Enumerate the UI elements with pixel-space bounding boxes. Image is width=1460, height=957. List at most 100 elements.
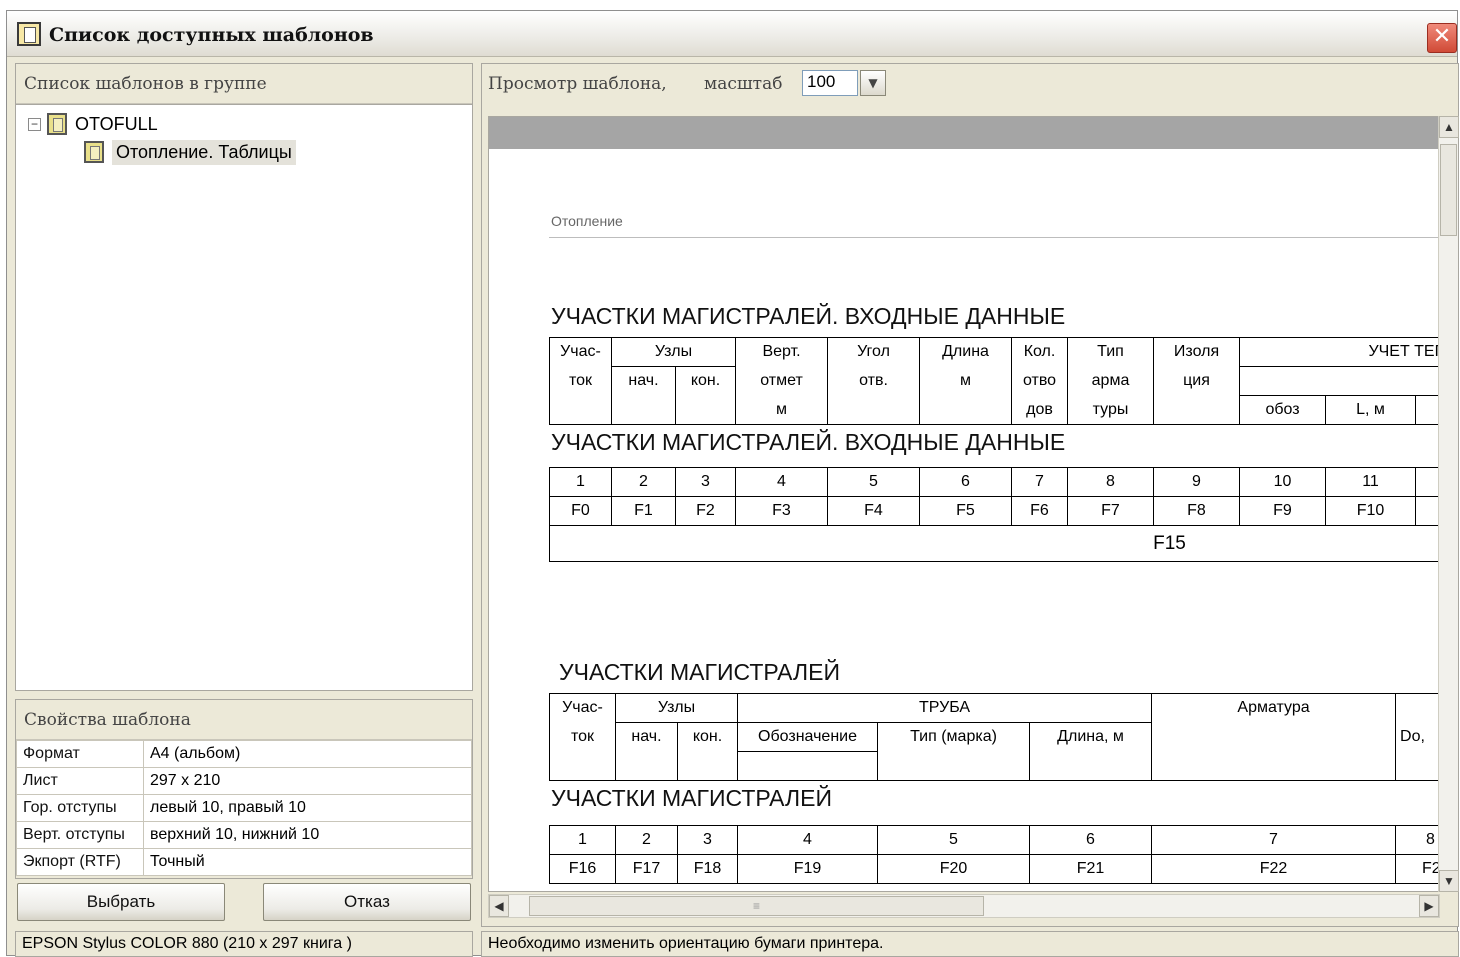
cell: 2 <box>615 825 678 855</box>
col-header: l <box>1395 693 1439 723</box>
section1-header-table: Учас- Узлы Верт. Угол Длина Кол. Тип Изо… <box>549 337 1439 425</box>
col-header: Тип (марка) <box>877 722 1031 752</box>
col-header: Длина <box>919 337 1013 367</box>
col-header-empty <box>827 395 921 425</box>
cancel-button[interactable]: Отказ <box>263 883 471 921</box>
templates-window: Список доступных шаблонов ✕ Список шабло… <box>6 10 1459 957</box>
header-row: Учас- Узлы ТРУБА Арматура l <box>549 693 1439 723</box>
cell: 5 <box>827 467 920 497</box>
cell: 3 <box>675 467 736 497</box>
horizontal-scroll-thumb[interactable]: ≡ <box>529 896 984 916</box>
header-row: ток нач. кон. Обозначение Тип (марка) Дл… <box>549 722 1439 752</box>
collapse-icon[interactable]: − <box>28 117 41 131</box>
col-header: кон. <box>674 366 737 396</box>
col-header: кон. <box>676 722 739 752</box>
cell: F8 <box>1153 496 1240 526</box>
zoom-input[interactable]: 100 <box>802 70 858 96</box>
header-row <box>549 751 1439 781</box>
property-key: Экпорт (RTF) <box>16 848 144 876</box>
cell: F3 <box>735 496 828 526</box>
col-header: L, м <box>1325 395 1417 425</box>
tree-node-root-label: OTOFULL <box>75 113 158 134</box>
properties-table: Формат A4 (альбом) Лист 297 x 210 Гор. о… <box>16 740 472 876</box>
col-header-empty <box>737 751 879 781</box>
scroll-left-icon[interactable]: ◀ <box>489 895 509 917</box>
col-header: УЧЕТ ТЕПЛО <box>1239 337 1439 367</box>
scroll-right-icon[interactable]: ▶ <box>1419 895 1439 917</box>
section2-field-table: 1 2 3 4 5 6 7 8 F16 F17 F18 F19 F20 F21 … <box>549 825 1439 884</box>
property-key: Гор. отступы <box>16 794 144 822</box>
cell: F0 <box>549 496 612 526</box>
property-row: Лист 297 x 210 <box>16 767 472 795</box>
footer-cell: F15 <box>549 525 1439 562</box>
tree-node-template-label: Отопление. Таблицы <box>112 139 296 165</box>
cell <box>1415 496 1439 526</box>
folder-book-icon <box>47 113 67 135</box>
cell: F10 <box>1325 496 1416 526</box>
col-header: Do, <box>1395 722 1439 752</box>
col-header-empty <box>877 751 1031 781</box>
cell: 4 <box>735 467 828 497</box>
template-tree: − OTOFULL Отопление. Таблицы <box>16 104 472 690</box>
document-preview: Отопление УЧАСТКИ МАГИСТРАЛЕЙ. ВХОДНЫЕ Д… <box>488 116 1440 892</box>
cell: F6 <box>1011 496 1068 526</box>
cell: F21 <box>1029 854 1152 884</box>
tree-panel-header: Список шаблонов в группе <box>16 64 472 104</box>
doc-caption: Отопление <box>551 213 623 229</box>
cell: 6 <box>919 467 1012 497</box>
cell: F7 <box>1067 496 1154 526</box>
property-key: Верт. отступы <box>16 821 144 849</box>
col-header: арма <box>1067 366 1155 396</box>
tree-node-template[interactable]: Отопление. Таблицы <box>84 139 296 165</box>
cell: F2 <box>1395 854 1439 884</box>
printer-status: EPSON Stylus COLOR 880 (210 x 297 книга … <box>15 931 473 957</box>
select-button[interactable]: Выбрать <box>17 883 225 921</box>
number-row: 1 2 3 4 5 6 7 8 9 10 11 <box>549 467 1439 497</box>
col-header: Тип <box>1067 337 1155 367</box>
field-row: F16 F17 F18 F19 F20 F21 F22 F2 <box>549 854 1439 884</box>
preview-label: Просмотр шаблона, <box>488 74 667 94</box>
number-row: 1 2 3 4 5 6 7 8 <box>549 825 1439 855</box>
cell: 10 <box>1239 467 1326 497</box>
col-header-empty <box>1151 722 1397 752</box>
cell: 7 <box>1011 467 1068 497</box>
vertical-scroll-thumb[interactable] <box>1440 144 1457 236</box>
grip-icon: ≡ <box>752 899 760 913</box>
col-header-empty <box>674 395 737 425</box>
cell: 9 <box>1153 467 1240 497</box>
col-header: нач. <box>615 722 678 752</box>
col-header-empty <box>1029 751 1153 781</box>
cell: 8 <box>1395 825 1439 855</box>
horizontal-scrollbar[interactable]: ◀ ≡ ▶ <box>488 894 1440 918</box>
cell: F2 <box>675 496 736 526</box>
col-header: обоз <box>1239 395 1327 425</box>
col-header: Узлы <box>610 337 737 367</box>
chevron-down-icon[interactable]: ▼ <box>860 70 886 96</box>
col-header-empty <box>549 751 616 781</box>
scroll-down-icon[interactable]: ▼ <box>1439 870 1459 892</box>
col-header: Учас- <box>549 337 612 367</box>
close-icon[interactable]: ✕ <box>1427 23 1457 53</box>
cell: F20 <box>877 854 1030 884</box>
vertical-scrollbar[interactable]: ▲ ▼ <box>1438 116 1459 892</box>
property-row: Верт. отступы верхний 10, нижний 10 <box>16 821 472 849</box>
col-header: Угол <box>827 337 921 367</box>
col-header: Кол. <box>1011 337 1069 367</box>
property-row: Гор. отступы левый 10, правый 10 <box>16 794 472 822</box>
footer-row: F15 <box>549 525 1439 562</box>
window-app-icon <box>17 22 41 46</box>
cell: F17 <box>615 854 678 884</box>
col-header-empty <box>1151 751 1397 781</box>
props-panel-header: Свойства шаблона <box>16 700 472 740</box>
scroll-up-icon[interactable]: ▲ <box>1439 116 1459 138</box>
col-header: Обозначение <box>737 722 879 752</box>
property-value: верхний 10, нижний 10 <box>143 821 472 849</box>
col-header: ток <box>549 366 612 396</box>
property-row: Экпорт (RTF) Точный <box>16 848 472 876</box>
col-header: отво <box>1011 366 1069 396</box>
property-value: левый 10, правый 10 <box>143 794 472 822</box>
tree-node-root[interactable]: − OTOFULL <box>28 111 158 137</box>
cell: F22 <box>1151 854 1396 884</box>
window-title: Список доступных шаблонов <box>49 24 374 46</box>
cell: 11 <box>1325 467 1416 497</box>
